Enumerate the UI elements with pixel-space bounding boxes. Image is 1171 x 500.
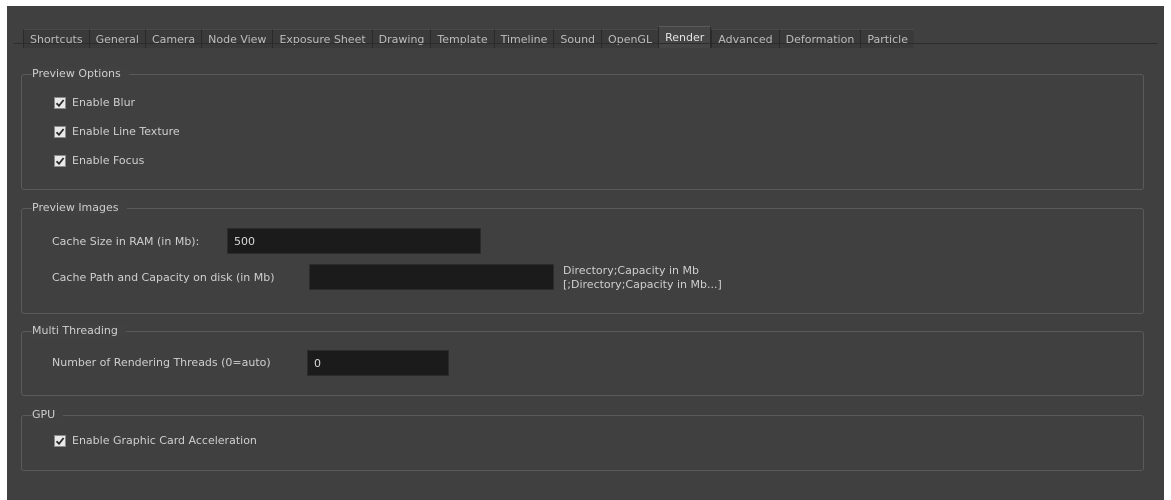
checkmark-icon [55, 127, 65, 136]
tab-node-view[interactable]: Node View [201, 29, 273, 48]
enable-focus-checkbox[interactable] [54, 154, 66, 167]
enable-line-texture-label: Enable Line Texture [72, 125, 180, 138]
tab-advanced[interactable]: Advanced [711, 29, 779, 48]
enable-gpu-row[interactable]: Enable Graphic Card Acceleration [54, 434, 257, 447]
rendering-threads-input[interactable] [307, 350, 449, 376]
cache-path-label: Cache Path and Capacity on disk (in Mb) [52, 271, 275, 284]
checkmark-icon [55, 98, 65, 107]
enable-line-texture-row[interactable]: Enable Line Texture [54, 125, 180, 138]
tab-exposure-sheet[interactable]: Exposure Sheet [272, 29, 372, 48]
enable-focus-label: Enable Focus [72, 154, 145, 167]
tab-template[interactable]: Template [430, 29, 494, 48]
enable-line-texture-checkbox[interactable] [54, 125, 66, 138]
preview-options-title: Preview Options [32, 67, 129, 81]
tab-bar-divider [14, 43, 1158, 44]
preview-images-group [21, 208, 1144, 314]
cache-path-hint-line2: [;Directory;Capacity in Mb...] [563, 278, 722, 291]
gpu-title: GPU [32, 408, 64, 422]
tab-deformation[interactable]: Deformation [778, 29, 861, 48]
enable-blur-checkbox[interactable] [54, 96, 66, 109]
cache-size-input[interactable] [227, 228, 481, 254]
checkmark-icon [55, 436, 65, 445]
enable-focus-row[interactable]: Enable Focus [54, 154, 144, 167]
preview-images-title: Preview Images [32, 201, 127, 215]
tab-timeline[interactable]: Timeline [493, 29, 554, 48]
rendering-threads-label: Number of Rendering Threads (0=auto) [52, 356, 271, 369]
tab-render[interactable]: Render [658, 26, 712, 48]
multi-threading-title: Multi Threading [32, 324, 126, 338]
enable-gpu-checkbox[interactable] [54, 434, 66, 447]
tab-particle[interactable]: Particle [860, 29, 914, 48]
enable-blur-row[interactable]: Enable Blur [54, 96, 135, 109]
tab-camera[interactable]: Camera [144, 29, 202, 48]
tab-drawing[interactable]: Drawing [371, 29, 431, 48]
tab-general[interactable]: General [88, 29, 145, 48]
enable-blur-label: Enable Blur [72, 96, 136, 109]
tab-bar: Shortcuts General Camera Node View Expos… [23, 26, 914, 48]
checkmark-icon [55, 156, 65, 165]
tab-shortcuts[interactable]: Shortcuts [23, 29, 89, 48]
tab-opengl[interactable]: OpenGL [601, 29, 659, 48]
preview-options-group [21, 74, 1144, 190]
cache-size-label: Cache Size in RAM (in Mb): [52, 235, 200, 248]
tab-sound[interactable]: Sound [553, 29, 602, 48]
cache-path-input[interactable] [309, 264, 554, 290]
enable-gpu-label: Enable Graphic Card Acceleration [72, 434, 257, 447]
cache-path-hint-line1: Directory;Capacity in Mb [563, 264, 699, 277]
